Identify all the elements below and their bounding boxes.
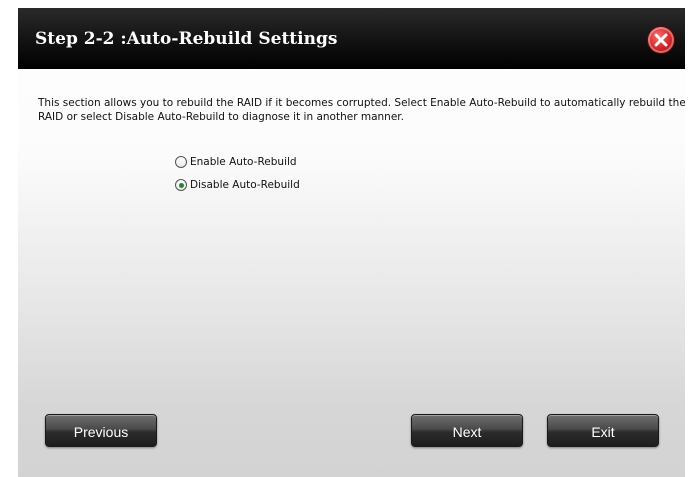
enable-auto-rebuild-label: Enable Auto-Rebuild bbox=[190, 156, 297, 168]
auto-rebuild-dialog: Step 2-2 :Auto-Rebuild Settings This sec… bbox=[18, 8, 685, 477]
dialog-titlebar: Step 2-2 :Auto-Rebuild Settings bbox=[18, 8, 685, 69]
disable-auto-rebuild-radio[interactable] bbox=[175, 179, 187, 191]
disable-auto-rebuild-label: Disable Auto-Rebuild bbox=[190, 179, 300, 191]
dialog-title: Step 2-2 :Auto-Rebuild Settings bbox=[35, 29, 338, 49]
disable-auto-rebuild-option[interactable]: Disable Auto-Rebuild bbox=[175, 177, 300, 193]
close-button[interactable] bbox=[648, 27, 674, 53]
previous-button[interactable]: Previous bbox=[45, 414, 157, 447]
close-icon bbox=[654, 33, 668, 47]
dialog-description: This section allows you to rebuild the R… bbox=[38, 97, 685, 123]
enable-auto-rebuild-option[interactable]: Enable Auto-Rebuild bbox=[175, 154, 297, 170]
enable-auto-rebuild-radio[interactable] bbox=[175, 156, 187, 168]
exit-button[interactable]: Exit bbox=[547, 414, 659, 447]
next-button[interactable]: Next bbox=[411, 414, 523, 447]
